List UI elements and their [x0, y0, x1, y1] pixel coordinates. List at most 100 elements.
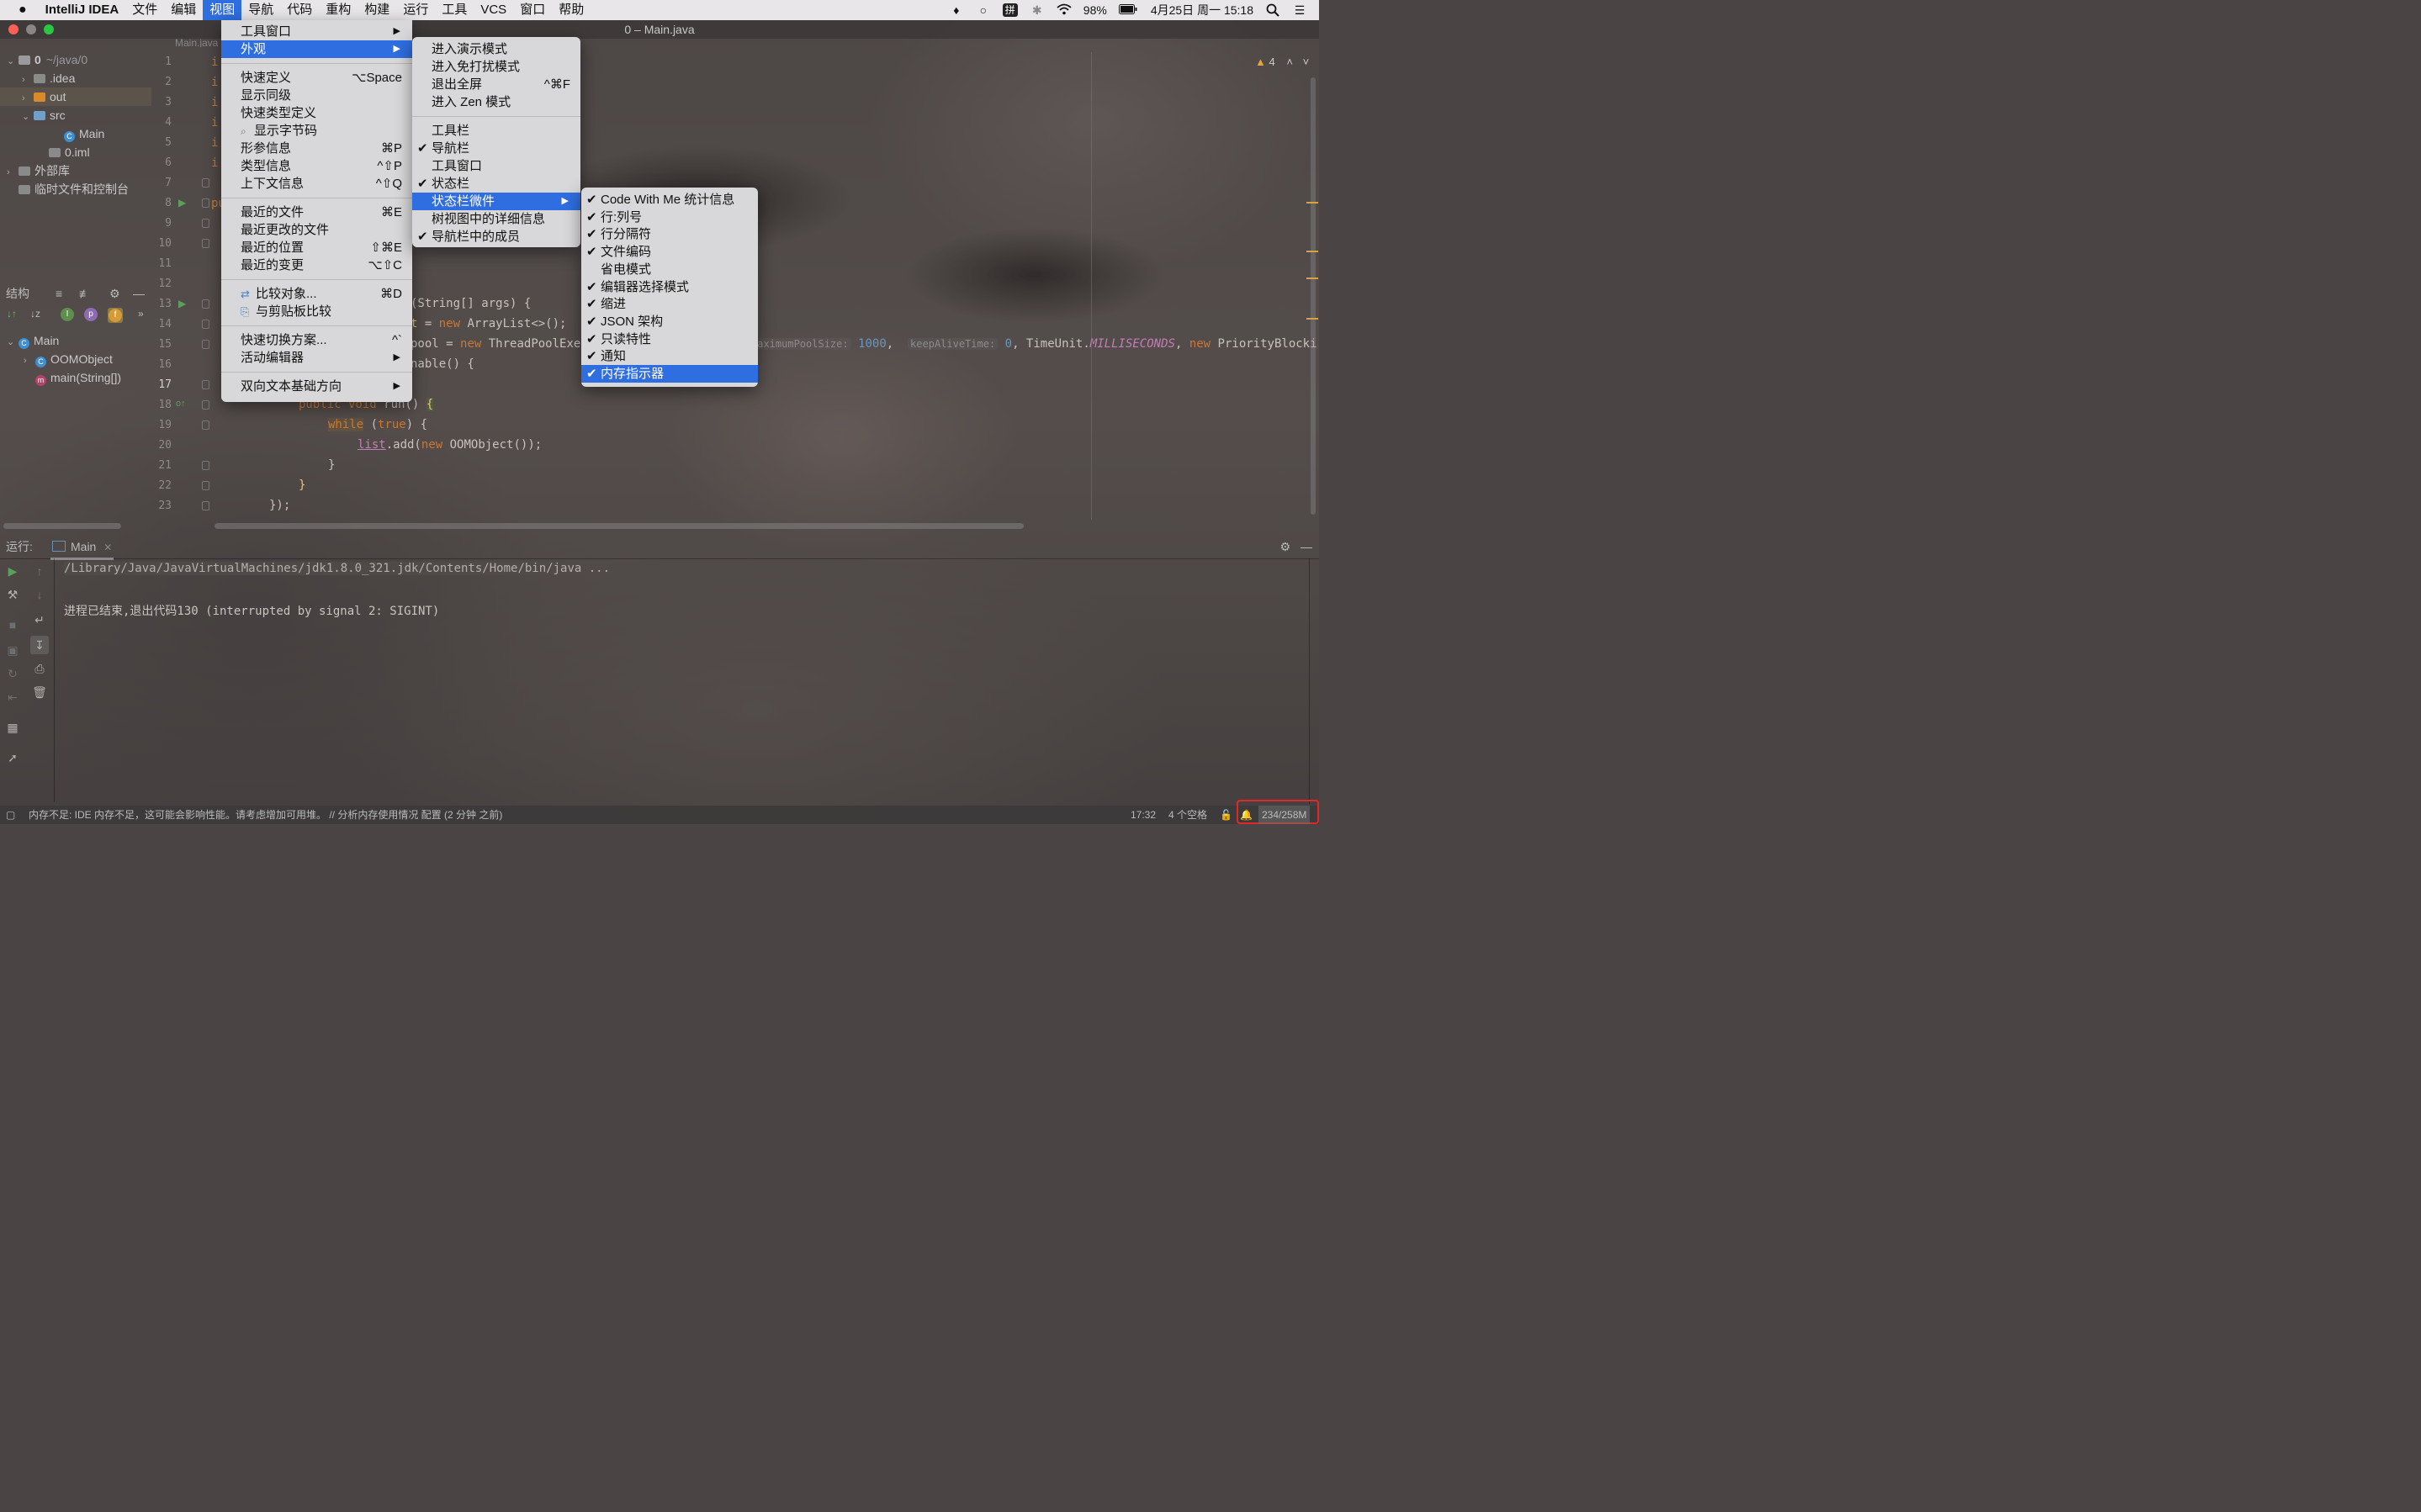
menubar-item[interactable]: VCS — [474, 0, 513, 20]
view-menu-item[interactable]: 形参信息 ⌘P — [221, 140, 412, 157]
pin-icon[interactable]: ➚ — [5, 750, 20, 765]
status-widget-menu-item[interactable]: ✔ 内存指示器 — [581, 365, 758, 383]
fold-marker-icon[interactable] — [202, 239, 209, 248]
project-horizontal-scrollbar[interactable] — [3, 523, 121, 529]
input-method-icon[interactable]: 拼 — [1002, 3, 1018, 17]
view-menu-item[interactable]: ⇄ 比较对象... ⌘D — [221, 285, 412, 303]
print-icon[interactable]: ⎙ — [32, 661, 47, 676]
code-line-14-continued[interactable]: maximumPoolSize: 1000, keepAliveTime: 0,… — [749, 334, 1317, 354]
editor-horizontal-scrollbar[interactable] — [215, 523, 1024, 529]
zoom-window-button[interactable] — [44, 24, 54, 34]
stop-icon[interactable]: ■ — [5, 617, 20, 632]
code-fragment[interactable]: i — [211, 52, 218, 72]
console-line[interactable]: /Library/Java/JavaVirtualMachines/jdk1.8… — [64, 562, 614, 575]
appearance-menu-item[interactable]: 工具窗口 — [412, 157, 580, 175]
read-only-lock-icon[interactable]: 🔓 — [1220, 806, 1232, 824]
show-fields-icon[interactable]: f — [108, 308, 123, 323]
appearance-menu-item[interactable]: ✔ 导航栏 — [412, 140, 580, 157]
collapse-all-icon[interactable]: ≢ — [79, 283, 91, 304]
chevron-right-icon[interactable]: › — [24, 352, 35, 370]
menubar-item[interactable]: 帮助 — [552, 0, 591, 20]
app-menu[interactable]: IntelliJ IDEA — [39, 0, 126, 20]
status-widget-menu-item[interactable]: ✔ 行分隔符 — [581, 225, 758, 243]
fold-marker-icon[interactable] — [202, 198, 209, 208]
view-menu-item[interactable]: 显示同级 — [221, 87, 412, 104]
inspection-widget[interactable]: ▲ 4 ˄ ˅ — [1255, 56, 1309, 68]
appearance-menu-item[interactable]: 树视图中的详细信息 — [412, 210, 580, 228]
console-scrollbar[interactable] — [1309, 558, 1310, 804]
code-line-13[interactable]: t = new ArrayList<>(); — [411, 314, 566, 334]
code-line-19[interactable]: list.add(new OOMObject()); — [358, 435, 542, 455]
scroll-down-icon[interactable]: ↓ — [32, 587, 47, 602]
code-line-22[interactable]: }); — [269, 495, 290, 515]
apple-icon[interactable]: ● — [0, 0, 39, 20]
menubar-item[interactable]: 代码 — [280, 0, 319, 20]
appearance-menu-item[interactable]: 进入免打扰模式 — [412, 58, 580, 76]
chevron-down-icon[interactable]: ⌄ — [7, 333, 19, 352]
run-main-icon[interactable]: ▶ — [178, 298, 186, 309]
override-marker-icon[interactable]: o↑ — [176, 399, 186, 409]
status-widget-menu-item[interactable]: ✔ 编辑器选择模式 — [581, 278, 758, 296]
view-menu-item[interactable]: 最近的位置 ⇧⌘E — [221, 239, 412, 256]
code-line-14[interactable]: pool = new ThreadPoolExe — [411, 334, 580, 354]
minimize-window-button[interactable] — [26, 24, 36, 34]
battery-icon[interactable] — [1118, 3, 1137, 17]
spotlight-search-icon[interactable] — [1265, 3, 1280, 17]
fold-marker-icon[interactable] — [202, 501, 209, 510]
structure-tree-item[interactable]: › C OOMObject — [0, 350, 113, 368]
view-menu-item[interactable]: 活动编辑器 ▶ — [221, 349, 412, 367]
fold-marker-icon[interactable] — [202, 461, 209, 470]
more-chevron-icon[interactable]: » — [138, 308, 144, 320]
menubar-item[interactable]: 重构 — [319, 0, 358, 20]
menubar-item[interactable]: 工具 — [435, 0, 474, 20]
toggle-tool-windows-icon[interactable]: ▢ — [6, 806, 15, 824]
code-line-21[interactable]: } — [299, 475, 305, 495]
code-fragment[interactable]: i — [211, 113, 218, 133]
view-menu-item[interactable]: 上下文信息 ^⇧Q — [221, 175, 412, 193]
hide-panel-icon[interactable]: — — [133, 283, 145, 304]
view-menu-item[interactable]: 快速类型定义 — [221, 104, 412, 122]
run-tab-main[interactable]: Main ✕ — [50, 535, 114, 560]
show-properties-icon[interactable]: p — [84, 308, 98, 321]
status-message[interactable]: 内存不足: IDE 内存不足，这可能会影响性能。请考虑增加可用堆。 // 分析内… — [29, 806, 502, 824]
view-menu-item[interactable]: 快速定义 ⌥Space — [221, 69, 412, 87]
chevron-right-icon[interactable]: › — [7, 163, 19, 182]
menubar-item[interactable]: 文件 — [125, 0, 164, 20]
camera-icon[interactable]: ▣ — [5, 642, 20, 658]
view-menu-item[interactable]: 最近更改的文件 — [221, 221, 412, 239]
menubar-item[interactable]: 视图 — [203, 0, 242, 20]
fold-marker-icon[interactable] — [202, 380, 209, 389]
appearance-menu-item[interactable]: 进入 Zen 模式 — [412, 93, 580, 111]
structure-tree-item[interactable]: ⌄ C Main — [0, 331, 59, 350]
exit-icon[interactable]: ⇤ — [5, 690, 20, 705]
view-menu-item[interactable]: 最近的文件 ⌘E — [221, 204, 412, 221]
close-tab-icon[interactable]: ✕ — [103, 542, 112, 553]
view-menu-item[interactable]: ⌕ 显示字节码 — [221, 122, 412, 140]
expand-all-icon[interactable]: ≡ — [56, 283, 62, 304]
prev-highlight-icon[interactable]: ˄ — [1286, 56, 1293, 68]
view-menu-item[interactable]: 工具窗口 ▶ — [221, 23, 412, 40]
view-menu-item[interactable]: 快速切换方案... ^` — [221, 331, 412, 349]
editor-tab-main[interactable]: Main.java — [175, 37, 218, 47]
appearance-menu-item[interactable]: ✔ 状态栏 — [412, 175, 580, 193]
code-line-12[interactable]: (String[] args) { — [411, 293, 531, 314]
next-highlight-icon[interactable]: ˅ — [1303, 56, 1310, 68]
sort-alpha-icon[interactable]: ↓↑ — [7, 308, 17, 320]
code-fragment[interactable]: i — [211, 153, 218, 173]
run-console[interactable]: /Library/Java/JavaVirtualMachines/jdk1.8… — [54, 558, 1308, 802]
fold-marker-icon[interactable] — [202, 340, 209, 349]
notifications-bell-icon[interactable]: 🔔 — [1240, 806, 1253, 824]
view-menu-item[interactable]: 外观 ▶ — [221, 40, 412, 58]
run-class-icon[interactable]: ▶ — [178, 197, 186, 209]
view-menu-item[interactable]: 类型信息 ^⇧P — [221, 157, 412, 175]
fold-marker-icon[interactable] — [202, 320, 209, 329]
run-panel-settings-icon[interactable]: ⚙ — [1279, 535, 1290, 558]
bluetooth-icon[interactable]: ✱ — [1030, 3, 1045, 17]
chevron-right-icon[interactable]: › — [22, 89, 34, 108]
view-menu-item[interactable]: 最近的变更 ⌥⇧C — [221, 256, 412, 274]
fold-marker-icon[interactable] — [202, 400, 209, 410]
appearance-menu-item[interactable]: ✔ 导航栏中的成员 — [412, 228, 580, 246]
clear-trash-icon[interactable]: 🗑 — [32, 685, 47, 700]
chevron-right-icon[interactable]: › — [22, 71, 34, 89]
menubar-item[interactable]: 构建 — [358, 0, 396, 20]
